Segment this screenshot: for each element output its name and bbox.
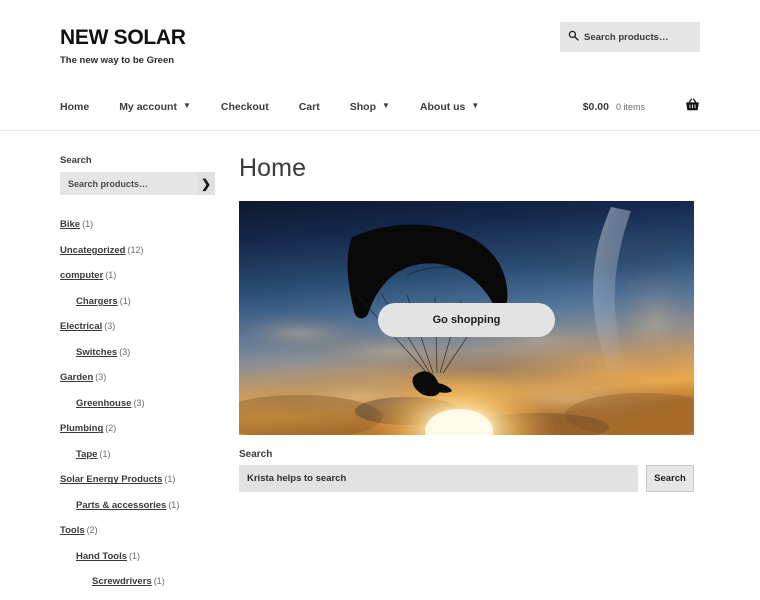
cart-area[interactable]: $0.00 0 items — [583, 98, 700, 117]
category-link[interactable]: Chargers — [76, 296, 118, 307]
chevron-down-icon[interactable]: ▼ — [382, 102, 390, 110]
category-count: (12) — [127, 244, 144, 255]
list-item[interactable]: Switches (3) — [60, 341, 215, 361]
branding[interactable]: NEW SOLAR The new way to be Green — [60, 22, 186, 66]
search-icon — [568, 28, 579, 46]
chevron-down-icon[interactable]: ▼ — [183, 102, 191, 110]
category-count: (1) — [129, 550, 141, 561]
chevron-down-icon[interactable]: ▼ — [471, 102, 479, 110]
category-link[interactable]: computer — [60, 270, 103, 281]
list-item[interactable]: Chargers (1) — [60, 290, 215, 310]
search-input[interactable] — [239, 464, 638, 492]
category-link[interactable]: Tools — [60, 525, 85, 536]
nav-label: Checkout — [220, 101, 269, 114]
nav-item-my-account[interactable]: My account ▼ — [119, 101, 191, 113]
nav-item-shop[interactable]: Shop ▼ — [350, 101, 390, 113]
category-count: (1) — [153, 576, 165, 587]
shopping-basket-icon[interactable] — [685, 98, 700, 117]
category-link[interactable]: Switches — [76, 347, 117, 358]
list-item[interactable]: Bike (1) — [60, 213, 215, 233]
category-link[interactable]: Greenhouse — [76, 398, 131, 409]
header-search-box[interactable]: Search products… — [560, 22, 700, 52]
category-count: (3) — [119, 346, 131, 357]
list-item[interactable]: Power tools(1) — [60, 596, 215, 600]
cart-total: $0.00 — [582, 101, 609, 114]
nav-item-cart[interactable]: Cart — [299, 101, 320, 113]
main-navigation: Home My account ▼ Checkout Cart Shop ▼ A… — [0, 84, 760, 130]
sidebar-search-input[interactable] — [60, 172, 197, 196]
sidebar-search-title: Search — [60, 155, 92, 167]
page-root: NEW SOLAR The new way to be Green Search… — [0, 0, 760, 600]
go-shopping-button[interactable]: Go shopping — [378, 302, 555, 337]
list-item[interactable]: Screwdrivers (1) — [60, 570, 215, 590]
category-count: (1) — [119, 295, 131, 306]
category-link[interactable]: Plumbing — [60, 423, 103, 434]
site-header: NEW SOLAR The new way to be Green Search… — [0, 0, 760, 66]
nav-item-about-us[interactable]: About us ▼ — [420, 101, 479, 113]
nav-item-home[interactable]: Home — [60, 101, 89, 113]
list-item[interactable]: Uncategorized (12) — [60, 239, 215, 259]
category-count: (2) — [86, 525, 98, 536]
sidebar-search-submit-button[interactable]: ❯ — [197, 172, 215, 196]
list-item[interactable]: Garden (3) — [60, 366, 215, 386]
nav-label: My account — [119, 101, 177, 114]
category-link[interactable]: Tape — [76, 449, 97, 460]
list-item[interactable]: Plumbing (2) — [60, 417, 215, 437]
category-link[interactable]: Hand Tools — [76, 551, 127, 562]
category-count: (1) — [168, 499, 180, 510]
category-link[interactable]: Electrical — [60, 321, 102, 332]
nav-list: Home My account ▼ Checkout Cart Shop ▼ A… — [60, 101, 479, 113]
cart-summary[interactable]: $0.00 0 items — [583, 101, 645, 113]
category-count: (3) — [95, 372, 107, 383]
category-link[interactable]: Solar Energy Products — [60, 474, 162, 485]
sidebar: Search ❯ Bike(1) Uncategorized(12) compu… — [60, 155, 215, 600]
category-count: (3) — [104, 321, 116, 332]
search-form-label: Search — [239, 448, 273, 460]
nav-label: Home — [60, 101, 90, 114]
list-item[interactable]: Greenhouse (3) — [60, 392, 215, 412]
hero-banner: Go shopping — [239, 200, 694, 435]
category-link[interactable]: Garden — [60, 372, 93, 383]
sidebar-search-form: ❯ — [60, 172, 215, 196]
main-column: Home Go shopping Search Krista helps to … — [239, 155, 700, 600]
search-row: Search — [239, 464, 694, 492]
list-item[interactable]: Tape (1) — [60, 443, 215, 463]
nav-label: About us — [419, 101, 466, 114]
category-link[interactable]: Bike — [60, 219, 80, 230]
category-count: (1) — [164, 474, 176, 485]
cart-item-count: 0 items — [615, 102, 645, 113]
sidebar-search-widget: Search ❯ — [60, 155, 215, 196]
search-submit-button[interactable]: Search — [646, 464, 694, 492]
content-area: Search ❯ Bike(1) Uncategorized(12) compu… — [0, 131, 760, 600]
list-item[interactable]: Hand Tools (1) — [60, 545, 215, 565]
category-count: (1) — [99, 448, 111, 459]
nav-item-checkout[interactable]: Checkout — [221, 101, 269, 113]
page-title: Home — [239, 154, 307, 183]
list-item[interactable]: Solar Energy Products (1) — [60, 468, 215, 488]
site-tagline: The new way to be Green — [60, 55, 175, 67]
header-search-placeholder: Search products… — [584, 31, 669, 43]
list-item[interactable]: computer (1) — [60, 264, 215, 284]
category-link[interactable]: Screwdrivers — [92, 576, 152, 587]
category-count: (3) — [133, 397, 145, 408]
product-categories-list: Bike (1) Uncategorized (12) computer (1) Ch… — [60, 213, 215, 600]
category-count: (1) — [82, 219, 94, 230]
list-item[interactable]: Tools (2) — [60, 519, 215, 539]
site-title: NEW SOLAR — [60, 26, 186, 49]
list-item[interactable]: Electrical (3) — [60, 315, 215, 335]
category-link[interactable]: Parts & accessories — [76, 500, 166, 511]
product-search-form: Search Search — [239, 449, 694, 492]
nav-label: Cart — [298, 101, 320, 114]
category-link[interactable]: Uncategorized — [60, 245, 125, 256]
list-item[interactable]: Parts & accessories (1) — [60, 494, 215, 514]
category-count: (1) — [105, 270, 117, 281]
category-count: (2) — [105, 423, 117, 434]
nav-label: Shop — [349, 101, 376, 114]
